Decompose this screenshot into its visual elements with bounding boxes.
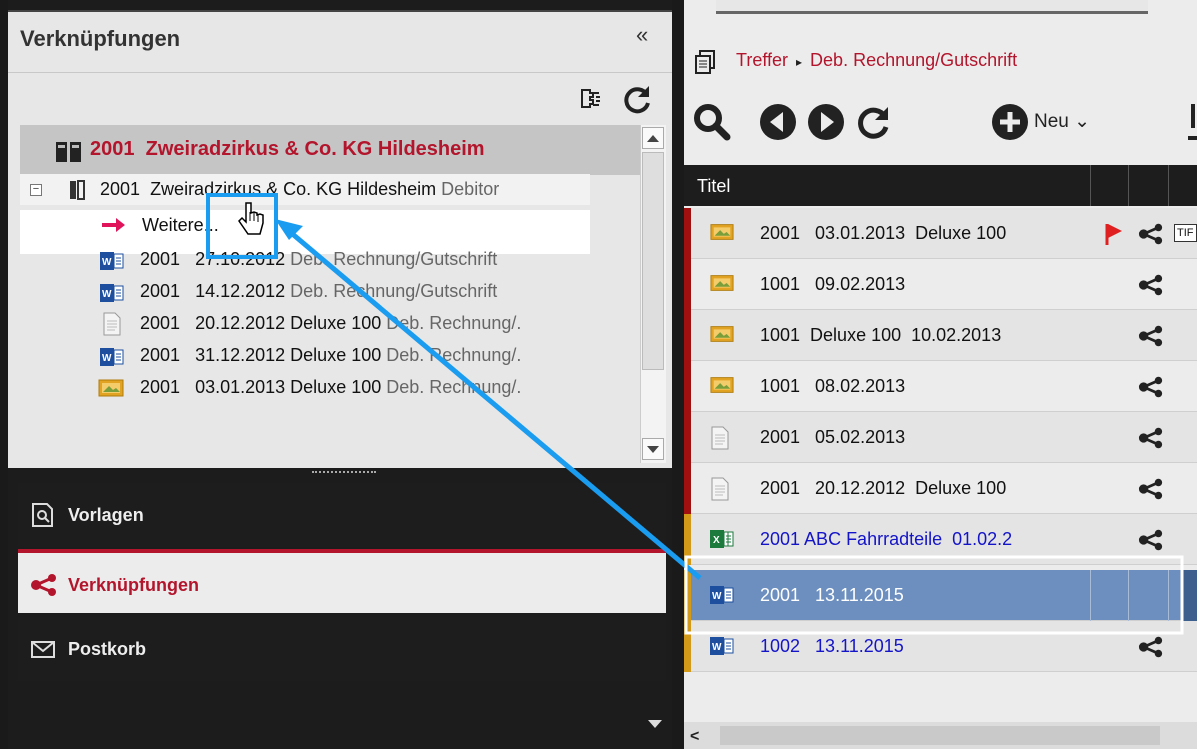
drag-annotation bbox=[206, 193, 1184, 635]
hand-cursor-icon bbox=[236, 200, 266, 240]
